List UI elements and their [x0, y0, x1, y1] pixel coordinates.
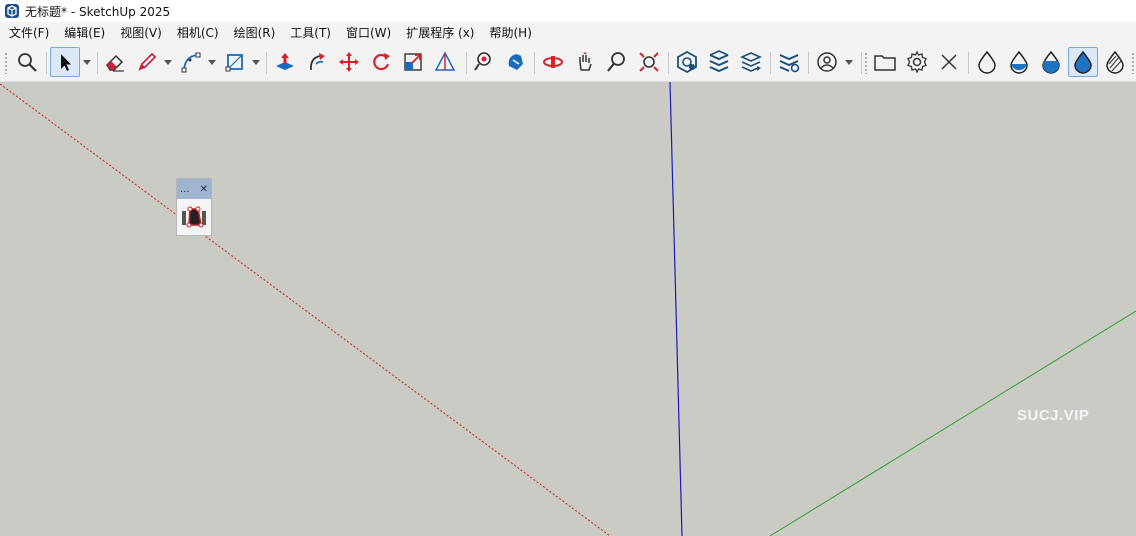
walk-icon[interactable]	[500, 47, 530, 77]
hidden-line-drop-icon[interactable]	[1004, 47, 1034, 77]
rotate-icon[interactable]	[366, 47, 396, 77]
arc-icon[interactable]	[176, 47, 206, 77]
title-bar: 无标题* - SketchUp 2025	[0, 0, 1136, 22]
toolbar-grip[interactable]	[4, 52, 8, 74]
tape-measure-icon[interactable]	[430, 47, 460, 77]
window-title: 无标题* - SketchUp 2025	[25, 4, 171, 19]
menu-help[interactable]: 帮助(H)	[480, 22, 537, 44]
zoom-search-icon[interactable]	[12, 47, 42, 77]
toolbar-title-dots: ...	[180, 183, 190, 195]
sandbox-from-contours-icon[interactable]	[180, 203, 208, 231]
floating-toolbar-header[interactable]: ... ✕	[177, 179, 211, 199]
pan-icon[interactable]	[570, 47, 600, 77]
layers-icon[interactable]	[736, 47, 766, 77]
account-dropdown-arrow-icon[interactable]	[843, 47, 855, 77]
pencil-line-icon[interactable]	[132, 47, 162, 77]
close-icon[interactable]: ✕	[200, 184, 208, 195]
menu-bar: 文件(F) 编辑(E) 视图(V) 相机(C) 绘图(R) 工具(T) 窗口(W…	[0, 22, 1136, 44]
red-axis-line	[0, 83, 611, 536]
eraser-icon[interactable]	[100, 47, 130, 77]
model-info-icon[interactable]	[672, 47, 702, 77]
model-axes	[0, 82, 1136, 536]
monochrome-drop-icon[interactable]	[1100, 47, 1130, 77]
settings-icon[interactable]	[902, 47, 932, 77]
menu-extensions[interactable]: 扩展程序 (x)	[397, 22, 480, 44]
menu-draw[interactable]: 绘图(R)	[225, 22, 282, 44]
orbit-icon[interactable]	[538, 47, 568, 77]
move-icon[interactable]	[334, 47, 364, 77]
blue-axis-line	[669, 82, 683, 536]
position-camera-icon[interactable]	[468, 47, 498, 77]
menu-file[interactable]: 文件(F)	[0, 22, 55, 44]
close-icon[interactable]	[934, 47, 964, 77]
zoom-extents-icon[interactable]	[634, 47, 664, 77]
select-arrow-icon[interactable]	[50, 47, 80, 77]
watermark-text: SUCJ.VIP	[1017, 407, 1090, 424]
open-folder-icon[interactable]	[870, 47, 900, 77]
xray-drop-icon[interactable]	[972, 47, 1002, 77]
drawing-viewport[interactable]: ... ✕	[0, 82, 1136, 536]
account-icon[interactable]	[812, 47, 842, 77]
menu-edit[interactable]: 编辑(E)	[55, 22, 111, 44]
sketchup-logo-icon	[5, 4, 19, 18]
tags-icon[interactable]	[704, 47, 734, 77]
shaded-drop-icon[interactable]	[1036, 47, 1066, 77]
select-dropdown-arrow-icon[interactable]	[81, 47, 93, 77]
line-dropdown-arrow-icon[interactable]	[162, 47, 174, 77]
arc-dropdown-arrow-icon[interactable]	[206, 47, 218, 77]
zoom-icon[interactable]	[602, 47, 632, 77]
styles-icon[interactable]	[774, 47, 804, 77]
toolbar-grip-2[interactable]	[864, 52, 868, 74]
toolbar-grip-3[interactable]	[1131, 52, 1135, 74]
main-toolbar	[0, 44, 1136, 82]
menu-tools[interactable]: 工具(T)	[281, 22, 337, 44]
scale-icon[interactable]	[398, 47, 428, 77]
push-pull-icon[interactable]	[270, 47, 300, 77]
menu-camera[interactable]: 相机(C)	[168, 22, 225, 44]
menu-view[interactable]: 视图(V)	[111, 22, 168, 44]
shaded-textures-drop-icon[interactable]	[1068, 47, 1098, 77]
rectangle-dropdown-arrow-icon[interactable]	[250, 47, 262, 77]
rectangle-icon[interactable]	[220, 47, 250, 77]
floating-sandbox-toolbar[interactable]: ... ✕	[176, 178, 212, 236]
follow-me-icon[interactable]	[302, 47, 332, 77]
menu-window[interactable]: 窗口(W)	[337, 22, 397, 44]
